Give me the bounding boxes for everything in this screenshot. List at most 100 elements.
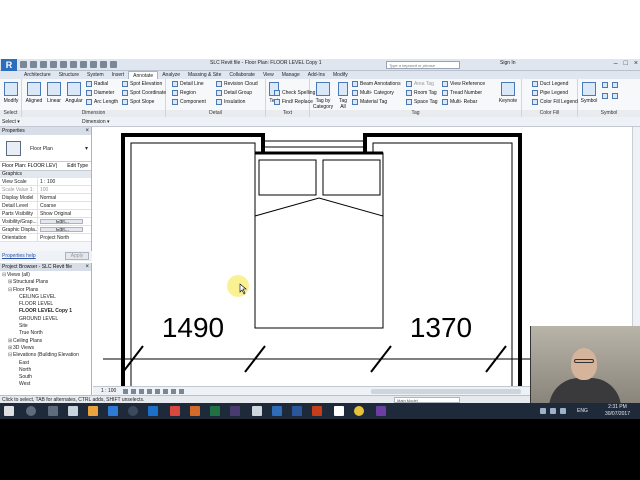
browser-node[interactable]: ⊟Floor Plans: [0, 287, 91, 294]
view-reference-button[interactable]: View Reference: [442, 81, 485, 87]
clock[interactable]: 2:31 PM 30/07/2017: [605, 404, 630, 418]
view-scale-label[interactable]: 1 : 100: [101, 388, 116, 394]
word-icon[interactable]: [292, 406, 302, 416]
browser-node[interactable]: ⊞Ceiling Plans: [0, 338, 91, 345]
span-direction-button[interactable]: [602, 82, 608, 88]
excel-icon[interactable]: [210, 406, 220, 416]
arc-length-button[interactable]: Arc Length: [86, 99, 118, 105]
tag-icon[interactable]: [80, 61, 87, 68]
crop-view-icon[interactable]: [155, 389, 160, 394]
tab-annotate[interactable]: Annotate: [128, 71, 159, 79]
symbol-button[interactable]: Symbol: [580, 82, 598, 104]
graphics-group[interactable]: Graphics: [0, 171, 91, 178]
revit-icon[interactable]: [334, 406, 344, 416]
properties-help-link[interactable]: Properties help: [2, 253, 36, 259]
dimension-text-left[interactable]: 1490: [162, 312, 224, 343]
app-icon-4[interactable]: [376, 406, 386, 416]
close-icon[interactable]: ×: [634, 60, 638, 67]
tag-all-button[interactable]: Tag All: [336, 82, 350, 110]
lock-icon[interactable]: [171, 389, 176, 394]
app-icon-2[interactable]: [230, 406, 240, 416]
area-reinforcement-button[interactable]: [612, 93, 618, 99]
radial-button[interactable]: Radial: [86, 81, 108, 87]
room-tag-button[interactable]: Room Tag: [406, 90, 437, 96]
chrome-icon[interactable]: [354, 406, 364, 416]
windows-start-icon[interactable]: [4, 406, 14, 416]
diameter-button[interactable]: Diameter: [86, 90, 114, 96]
tab-collaborate[interactable]: Collaborate: [225, 71, 259, 79]
pdf-icon[interactable]: [170, 406, 180, 416]
insulation-button[interactable]: Insulation: [216, 99, 245, 105]
aligned-dimension-button[interactable]: Aligned: [24, 82, 44, 104]
browser-node[interactable]: ⊟Elevations (Building Elevation: [0, 352, 91, 359]
browser-node[interactable]: ⊟Views (all): [0, 272, 91, 279]
graphic-display-edit-button[interactable]: Edit...: [40, 227, 83, 232]
close-icon[interactable]: ×: [85, 263, 89, 271]
volume-icon[interactable]: [560, 408, 566, 414]
keynote-button[interactable]: Keynote: [496, 82, 520, 104]
illustrator-icon[interactable]: [190, 406, 200, 416]
search-input[interactable]: Type a keyword or phrase: [386, 61, 460, 69]
browser-node[interactable]: FLOOR LEVEL: [0, 301, 91, 308]
dimension-dropdown[interactable]: Dimension ▾: [82, 119, 110, 125]
tab-massing-site[interactable]: Massing & Site: [184, 71, 225, 79]
multi-rebar-button[interactable]: Multi- Rebar: [442, 99, 477, 105]
tag-by-category-button[interactable]: Tag by Category: [312, 82, 334, 110]
visual-style-icon[interactable]: [131, 389, 136, 394]
tab-modify[interactable]: Modify: [329, 71, 352, 79]
app-icon-3[interactable]: [272, 406, 282, 416]
dimension-text-right[interactable]: 1370: [410, 312, 472, 343]
browser-node[interactable]: GROUND LEVEL: [0, 316, 91, 323]
app-menu-button[interactable]: R: [1, 59, 17, 71]
space-tag-button[interactable]: Space Tag: [406, 99, 438, 105]
linear-dimension-button[interactable]: Linear: [44, 82, 64, 104]
color-fill-legend-button[interactable]: Color Fill Legend: [532, 99, 578, 105]
beam-annotations-button[interactable]: Beam Annotations: [352, 81, 401, 87]
detail-level-field[interactable]: Coarse: [38, 202, 91, 209]
browser-node[interactable]: West: [0, 381, 91, 388]
instance-filter[interactable]: Floor Plan: FLOOR LEV| Edit Type: [0, 162, 91, 171]
browser-node[interactable]: South: [0, 374, 91, 381]
browser-node[interactable]: Site: [0, 323, 91, 330]
sign-in-link[interactable]: Sign In: [500, 60, 516, 66]
tab-analyze[interactable]: Analyze: [158, 71, 184, 79]
show-crop-icon[interactable]: [163, 389, 168, 394]
area-tag-button[interactable]: Area Tag: [406, 81, 434, 87]
parts-visibility-field[interactable]: Show Original: [38, 210, 91, 217]
media-icon[interactable]: [128, 406, 138, 416]
edit-type-button[interactable]: Edit Type: [67, 162, 88, 171]
hide-isolate-icon[interactable]: [179, 389, 184, 394]
spot-slope-button[interactable]: Spot Slope: [122, 99, 154, 105]
material-tag-button[interactable]: Material Tag: [352, 99, 387, 105]
tab-manage[interactable]: Manage: [278, 71, 304, 79]
outlook-icon[interactable]: [148, 406, 158, 416]
region-button[interactable]: Region: [172, 90, 196, 96]
angular-dimension-button[interactable]: Angular: [64, 82, 84, 104]
calculator-icon[interactable]: [252, 406, 262, 416]
chevron-down-icon[interactable]: ▾: [85, 145, 88, 152]
save-icon[interactable]: [30, 61, 37, 68]
search-icon[interactable]: [26, 406, 36, 416]
minimize-icon[interactable]: –: [614, 60, 618, 67]
edge-icon[interactable]: [108, 406, 118, 416]
horizontal-scrollbar[interactable]: [371, 389, 521, 394]
find-replace-button[interactable]: Find/ Replace: [274, 99, 313, 105]
tab-structure[interactable]: Structure: [55, 71, 83, 79]
tab-add-ins[interactable]: Add-Ins: [304, 71, 329, 79]
display-model-field[interactable]: Normal: [38, 194, 91, 201]
tab-system[interactable]: System: [83, 71, 108, 79]
revision-cloud-button[interactable]: Revision Cloud: [216, 81, 258, 87]
browser-node[interactable]: North: [0, 367, 91, 374]
multi-category-button[interactable]: Multi- Category: [352, 90, 394, 96]
redo-icon[interactable]: [50, 61, 57, 68]
file-explorer-icon[interactable]: [68, 406, 78, 416]
modify-button[interactable]: Modify: [2, 82, 20, 104]
component-button[interactable]: Component: [172, 99, 206, 105]
sun-path-icon[interactable]: [139, 389, 144, 394]
browser-node[interactable]: ⊞3D Views: [0, 345, 91, 352]
browser-node[interactable]: True North: [0, 330, 91, 337]
orientation-field[interactable]: Project North: [38, 234, 91, 241]
detail-level-icon[interactable]: [123, 389, 128, 394]
tab-insert[interactable]: Insert: [108, 71, 129, 79]
apply-button[interactable]: Apply: [65, 252, 89, 260]
